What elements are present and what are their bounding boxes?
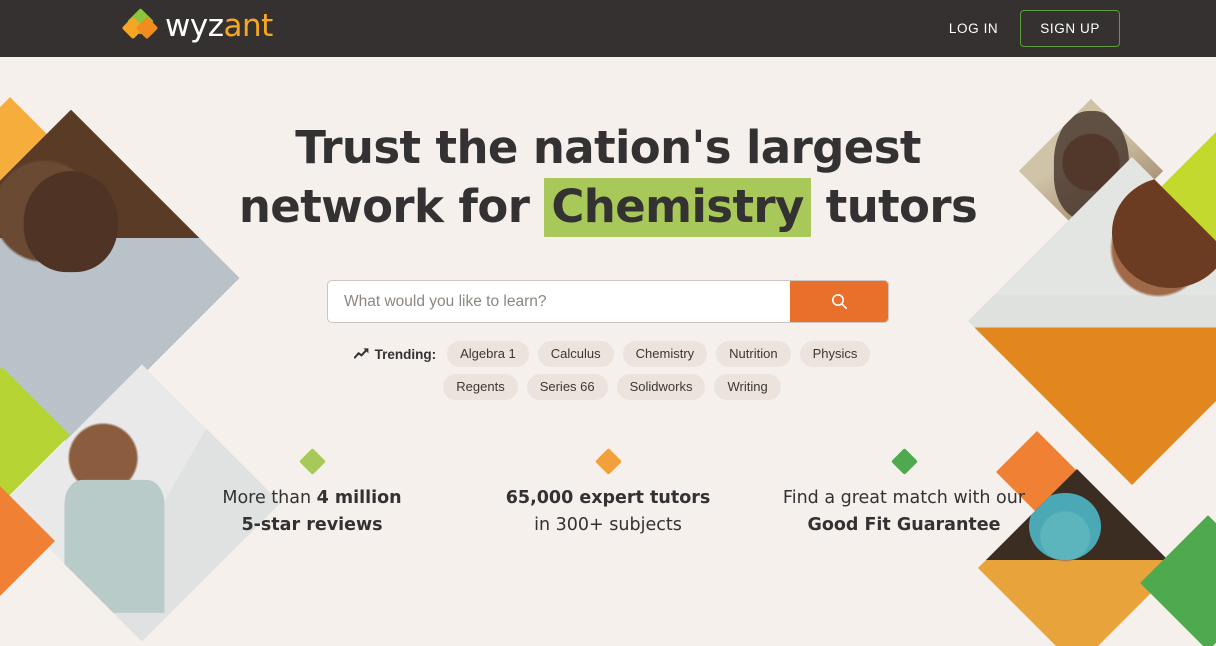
stat-reviews-line-1: More than 4 million (181, 485, 443, 512)
stat-tutors: 65,000 expert tutors in 300+ subjects (477, 448, 739, 539)
diamond-logo-icon (121, 7, 159, 42)
trending-tag-algebra-1[interactable]: Algebra 1 (447, 341, 529, 367)
search-box (327, 280, 889, 323)
trending-tag-solidworks[interactable]: Solidworks (616, 374, 706, 400)
logo-wordmark-white: wyz (165, 8, 224, 44)
hero-section: Trust the nation's largest network for C… (0, 57, 1216, 539)
stats-row: More than 4 million 5-star reviews 65,00… (0, 448, 1216, 539)
trending-up-arrow-icon (353, 348, 369, 359)
stat-guarantee-line-2: Good Fit Guarantee (773, 512, 1035, 539)
headline-line-1: Trust the nation's largest (295, 121, 921, 174)
trending-tag-writing[interactable]: Writing (714, 374, 781, 400)
stat-guarantee-label: Good Fit Guarantee (807, 515, 1001, 536)
stat-diamond-icon-tutors (594, 448, 622, 475)
search-row (0, 280, 1216, 323)
trending-tag-calculus[interactable]: Calculus (537, 341, 614, 367)
headline-subject-highlight: Chemistry (544, 177, 811, 237)
stat-tutors-label: in 300+ subjects (534, 515, 682, 536)
trending-tag-regents[interactable]: Regents (443, 374, 518, 400)
stat-reviews-prefix: More than (222, 488, 317, 508)
stat-guarantee: Find a great match with our Good Fit Gua… (773, 448, 1035, 539)
stat-reviews-line-2: 5-star reviews (181, 512, 443, 539)
stat-diamond-icon-reviews (298, 448, 326, 475)
stat-guarantee-line-1: Find a great match with our (773, 485, 1035, 512)
search-icon (831, 294, 847, 309)
logo-wordmark: wyzant (165, 11, 273, 42)
site-header: wyzant LOG IN SIGN UP (0, 0, 1216, 57)
trending-tag-nutrition[interactable]: Nutrition (716, 341, 791, 367)
logo-wordmark-orange: ant (223, 8, 273, 44)
stat-reviews: More than 4 million 5-star reviews (181, 448, 443, 539)
headline-line-2-pre: network for (238, 179, 530, 233)
stat-tutors-line-1: 65,000 expert tutors (477, 485, 739, 512)
wyzant-landing-page: wyzant LOG IN SIGN UP Trust the nation's… (0, 0, 1216, 646)
trending-row: Trending: Algebra 1 Calculus Chemistry N… (328, 341, 888, 400)
page-title: Trust the nation's largest network for C… (0, 119, 1216, 237)
search-input[interactable] (328, 281, 790, 322)
trending-label: Trending: (353, 346, 437, 362)
stat-reviews-label: 5-star reviews (241, 515, 383, 536)
trending-tag-series-66[interactable]: Series 66 (526, 374, 608, 400)
trending-label-text: Trending: (374, 346, 437, 362)
header-actions: LOG IN SIGN UP (949, 0, 1120, 57)
trending-tag-physics[interactable]: Physics (799, 341, 871, 367)
stat-tutors-value: 65,000 expert tutors (505, 488, 711, 508)
stat-diamond-icon-guarantee (890, 448, 918, 475)
wyzant-logo[interactable]: wyzant (121, 7, 273, 42)
stat-guarantee-prefix: Find a great match with our (782, 488, 1026, 508)
stat-reviews-value: 4 million (316, 488, 402, 508)
stat-tutors-line-2: in 300+ subjects (477, 512, 739, 539)
login-button[interactable]: LOG IN (949, 21, 998, 36)
headline-line-2-post: tutors (825, 179, 978, 233)
search-submit-button[interactable] (790, 281, 888, 322)
trending-tag-chemistry[interactable]: Chemistry (622, 341, 708, 367)
signup-button[interactable]: SIGN UP (1020, 10, 1120, 47)
